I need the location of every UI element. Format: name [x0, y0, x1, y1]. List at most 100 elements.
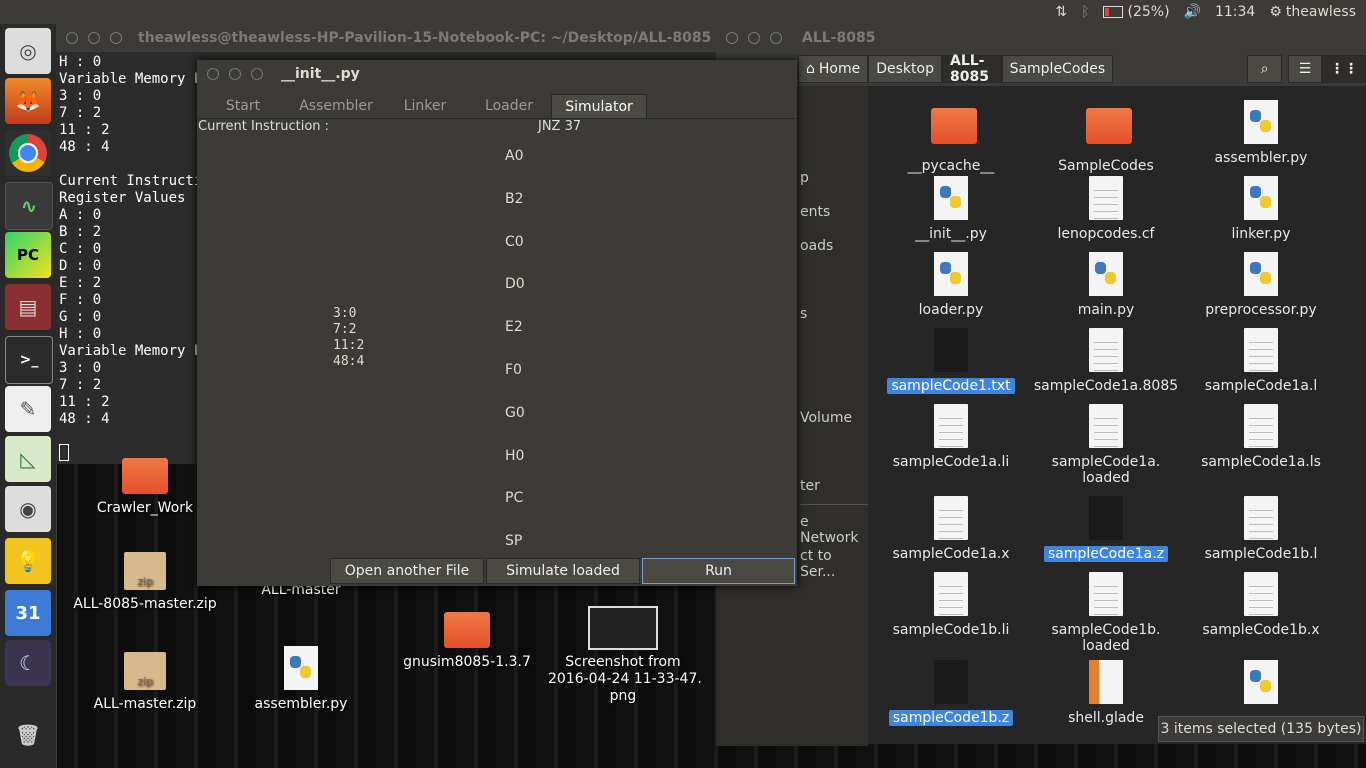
terminal-icon[interactable]: >_	[5, 336, 53, 384]
trash-icon[interactable]: 🗑	[5, 712, 51, 758]
file-name: preprocessor.py	[1205, 302, 1317, 318]
firefox-icon[interactable]: 🦊	[5, 78, 51, 124]
search-button[interactable]: ⌕	[1247, 55, 1283, 83]
text-editor-icon[interactable]: ✎	[5, 386, 51, 432]
calendar-icon[interactable]: 31	[5, 590, 51, 636]
speaker-icon[interactable]: ◉	[5, 486, 51, 532]
file-item[interactable]: sampleCode1a.l	[1186, 328, 1336, 394]
tab-linker[interactable]: Linker	[383, 94, 467, 118]
idea-icon[interactable]: 💡	[5, 538, 51, 584]
ubuntu-icon[interactable]: ◎	[5, 28, 51, 74]
sidebar-item[interactable]: oads	[800, 238, 833, 254]
file-item[interactable]: sampleCode1b.z	[876, 660, 1026, 726]
close-button[interactable]	[66, 32, 78, 44]
file-item[interactable]: preprocessor.py	[1186, 252, 1336, 318]
file-item[interactable]: sampleCode1a.8085	[1031, 328, 1181, 394]
grid-view-button[interactable]: ⋮⋮	[1321, 55, 1366, 83]
desktop-item[interactable]: zip ALL-master.zip	[70, 652, 220, 713]
battery-icon	[1103, 6, 1124, 18]
bluetooth-icon[interactable]: ᛒ	[1081, 4, 1089, 20]
clock[interactable]: 11:34	[1215, 4, 1255, 20]
file-name: sampleCode1a. loaded	[1051, 454, 1161, 486]
geogebra-icon[interactable]: ◺	[5, 436, 51, 482]
volume-icon[interactable]: 🔊	[1184, 4, 1201, 20]
pycharm-icon[interactable]: PC	[5, 232, 51, 278]
file-item[interactable]	[1186, 660, 1336, 710]
network-icon[interactable]: ⇅	[1055, 4, 1067, 20]
file-name: sampleCode1b. loaded	[1051, 622, 1161, 654]
file-item[interactable]: main.py	[1031, 252, 1181, 318]
sidebar-item[interactable]: e Network	[800, 514, 868, 546]
desktop-item-label: gnusim8085-1.3.7	[403, 654, 531, 670]
app-icon[interactable]: ☾	[5, 640, 51, 686]
file-item[interactable]: sampleCode1b. loaded	[1031, 572, 1181, 654]
file-item[interactable]: sampleCode1b.l	[1186, 496, 1336, 562]
file-item[interactable]: sampleCode1a. loaded	[1031, 404, 1181, 486]
file-item[interactable]: SampleCodes	[1031, 100, 1181, 174]
file-name: linker.py	[1231, 226, 1291, 242]
battery-indicator[interactable]: (25%)	[1103, 4, 1170, 20]
sidebar-item[interactable]: ter	[800, 478, 820, 494]
simulate-loaded-button[interactable]: Simulate loaded	[486, 558, 640, 584]
desktop-item[interactable]: assembler.py	[226, 646, 376, 713]
file-item[interactable]: lenopcodes.cf	[1031, 176, 1181, 242]
file-item[interactable]: assembler.py	[1186, 100, 1336, 166]
folder-icon	[444, 612, 490, 648]
tab-assembler[interactable]: Assembler	[289, 94, 383, 118]
open-file-button[interactable]: Open another File	[330, 558, 484, 584]
desktop-item-label: ALL-8085-master.zip	[73, 596, 217, 612]
file-item[interactable]: __init__.py	[876, 176, 1026, 242]
file-item[interactable]: sampleCode1.txt	[876, 328, 1026, 394]
sidebar-item[interactable]: p	[800, 170, 809, 186]
close-button[interactable]	[207, 68, 219, 80]
file-item[interactable]: __pycache__	[876, 100, 1026, 174]
icon-shape	[1089, 572, 1123, 616]
minimize-button[interactable]	[229, 68, 241, 80]
file-item[interactable]: loader.py	[876, 252, 1026, 318]
file-item[interactable]: sampleCode1a.x	[876, 496, 1026, 562]
python-file-icon	[1241, 176, 1281, 222]
crumb-desktop[interactable]: Desktop	[868, 55, 942, 83]
maximize-button[interactable]	[770, 32, 782, 44]
sidebar-item[interactable]: s	[800, 306, 807, 322]
file-item[interactable]: sampleCode1b.x	[1186, 572, 1336, 638]
tab-loader[interactable]: Loader	[467, 94, 551, 118]
tab-simulator[interactable]: Simulator	[551, 94, 647, 118]
crumb-home[interactable]: ⌂ Home	[798, 55, 869, 83]
terminal-titlebar[interactable]: theawless@theawless-HP-Pavilion-15-Noteb…	[56, 24, 716, 52]
run-button[interactable]: Run	[642, 558, 795, 584]
desktop-item[interactable]: gnusim8085-1.3.7	[392, 612, 542, 671]
file-manager-window[interactable]: ALL-8085 ⌂ Home Desktop ALL-8085 SampleCo…	[716, 24, 1366, 746]
file-item[interactable]: sampleCode1a.z	[1031, 496, 1181, 562]
crumb-samplecodes[interactable]: SampleCodes	[1001, 55, 1114, 83]
icon-shape	[1089, 660, 1123, 704]
sidebar-item[interactable]: ct to Ser...	[800, 548, 868, 580]
desktop-item-label: ALL-master.zip	[93, 696, 197, 712]
file-item[interactable]: sampleCode1a.li	[876, 404, 1026, 470]
maximize-button[interactable]	[110, 32, 122, 44]
chrome-icon[interactable]	[5, 130, 51, 176]
file-name: __pycache__	[907, 158, 995, 174]
image-thumbnail-icon	[588, 606, 658, 650]
simulator-window[interactable]: __init__.py Start Assembler Linker Loader Si…	[197, 60, 797, 586]
crumb-all-8085[interactable]: ALL-8085	[941, 53, 1002, 85]
desktop-item[interactable]: Screenshot from 2016-04-24 11-33-47. png	[548, 606, 702, 705]
files-icon[interactable]: ▤	[5, 284, 51, 330]
sidebar-item[interactable]: ents	[800, 204, 830, 220]
python-file-icon	[931, 176, 971, 222]
register-value: D0	[505, 276, 525, 293]
minimize-button[interactable]	[748, 32, 760, 44]
minimize-button[interactable]	[88, 32, 100, 44]
sidebar-item[interactable]: Volume	[800, 410, 852, 426]
system-monitor-icon[interactable]: ∿	[5, 182, 53, 230]
maximize-button[interactable]	[251, 68, 263, 80]
app-titlebar[interactable]: __init__.py	[197, 60, 797, 88]
file-item[interactable]: sampleCode1b.li	[876, 572, 1026, 638]
file-manager-titlebar[interactable]: ALL-8085	[716, 24, 1366, 52]
tab-start[interactable]: Start	[197, 94, 289, 118]
list-view-button[interactable]: ☰	[1288, 55, 1322, 83]
user-menu[interactable]: ⚙ theawless	[1269, 4, 1356, 20]
close-button[interactable]	[726, 32, 738, 44]
file-item[interactable]: sampleCode1a.ls	[1186, 404, 1336, 470]
file-item[interactable]: linker.py	[1186, 176, 1336, 242]
